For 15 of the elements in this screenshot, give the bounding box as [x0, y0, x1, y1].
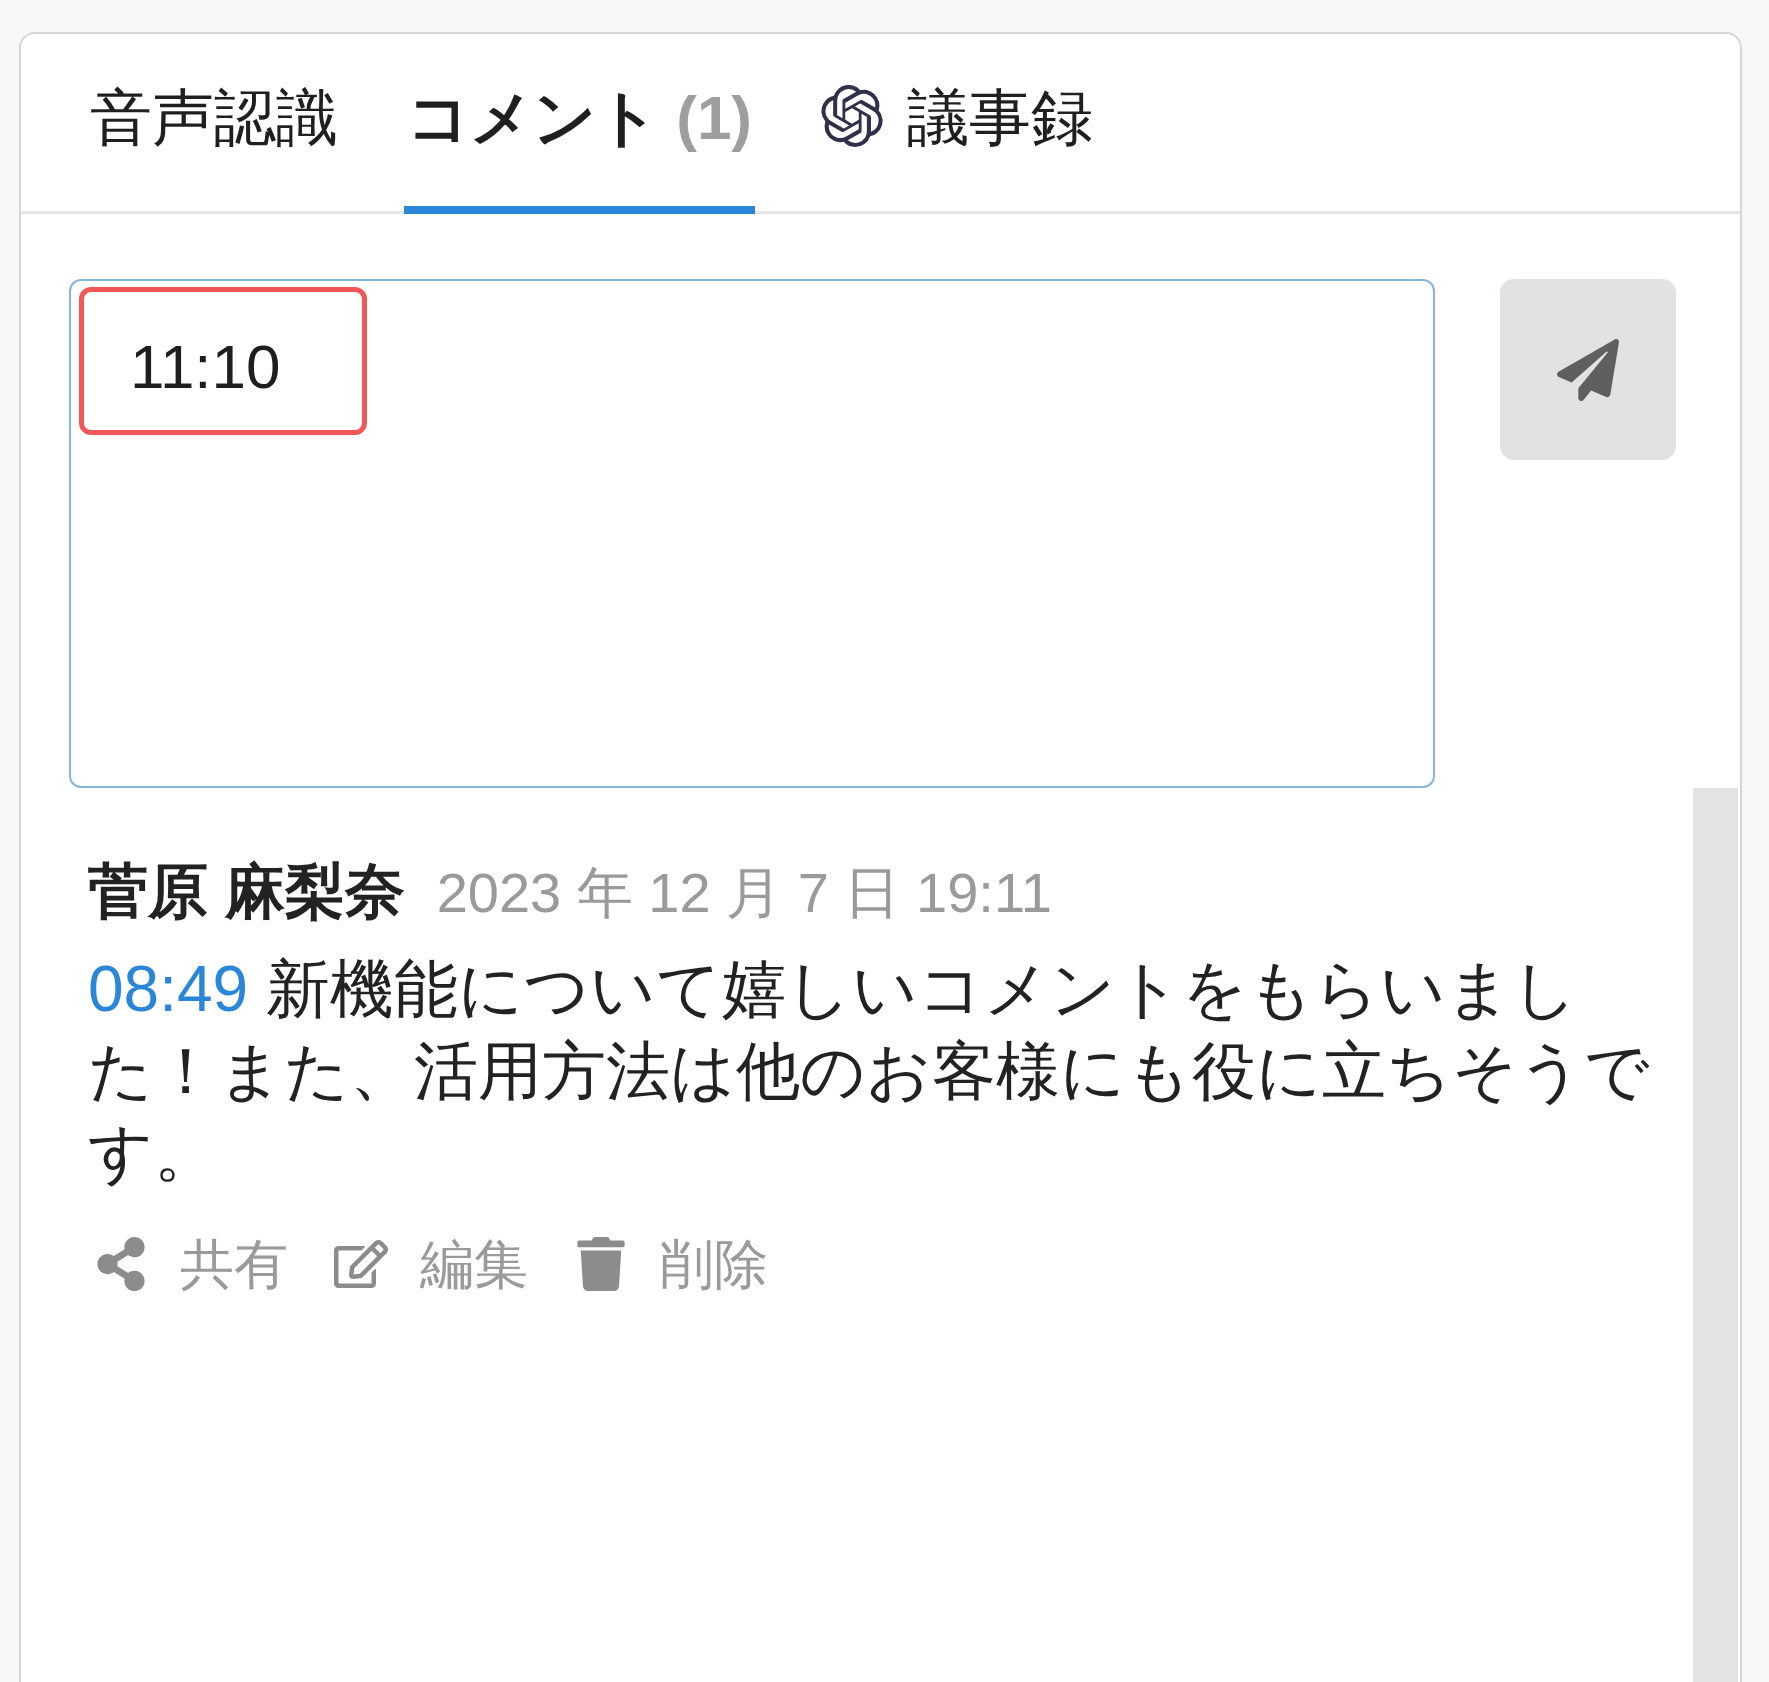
comment-input[interactable]: 11:10: [69, 279, 1435, 788]
paper-plane-icon: [1557, 338, 1619, 401]
timestamp-link[interactable]: 08:49: [88, 953, 249, 1025]
send-button[interactable]: [1500, 279, 1676, 460]
comment-text: 08:49 新機能について嬉しいコメントをもらいました！また、活用方法は他のお客様にも役に立ちそうです。: [88, 952, 1651, 1191]
comment-date: 2023 年 12 月 7 日 19:11: [436, 860, 1052, 926]
tab[interactable]: 音声認識: [87, 34, 341, 214]
tab[interactable]: 議事録: [818, 34, 1096, 214]
share-icon: [94, 1237, 148, 1291]
scrollbar[interactable]: [1693, 788, 1738, 1682]
author-name: 菅原 麻梨奈: [88, 857, 405, 927]
knot-icon: [821, 85, 883, 147]
tab[interactable]: コメント (1): [404, 34, 755, 214]
trash-icon: [574, 1237, 628, 1291]
edit-icon: [334, 1237, 388, 1291]
